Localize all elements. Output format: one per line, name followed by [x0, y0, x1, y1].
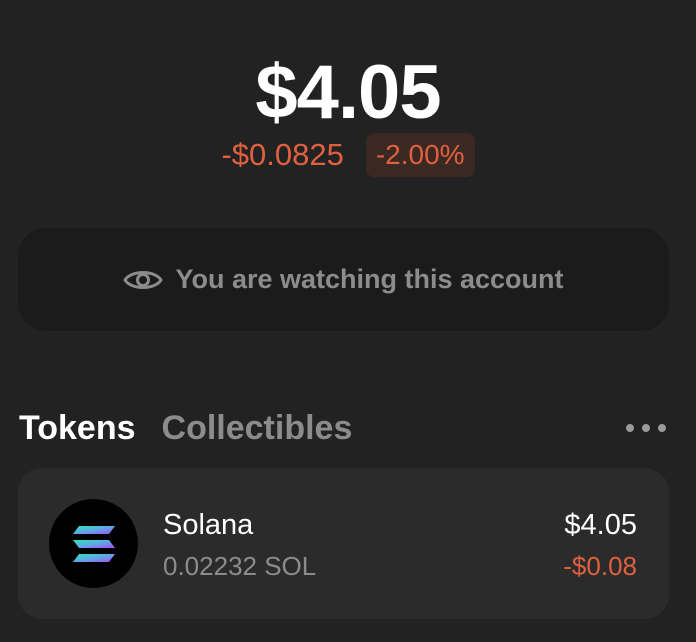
portfolio-balance: $4.05	[255, 50, 441, 135]
portfolio-change-row: -$0.0825 -2.00%	[0, 133, 696, 177]
more-dot	[642, 424, 650, 432]
tab-tokens[interactable]: Tokens	[19, 406, 136, 450]
portfolio-change-percent-badge: -2.00%	[365, 133, 475, 177]
solana-logo-icon	[49, 499, 138, 588]
more-dot	[626, 424, 634, 432]
watching-account-banner: You are watching this account	[18, 228, 669, 331]
token-change: -$0.08	[563, 551, 637, 581]
asset-tabs: Tokens Collectibles	[19, 406, 352, 450]
eye-icon	[123, 265, 163, 295]
tab-collectibles[interactable]: Collectibles	[162, 406, 353, 450]
portfolio-change-amount: -$0.0825	[221, 137, 344, 172]
wallet-screen: $4.05 -$0.0825 -2.00% You are watching t…	[0, 0, 696, 642]
token-name: Solana	[163, 509, 254, 541]
token-row-solana[interactable]: Solana 0.02232 SOL $4.05 -$0.08	[18, 468, 669, 619]
token-balance: 0.02232 SOL	[163, 551, 317, 581]
more-horizontal-icon[interactable]	[626, 416, 666, 440]
more-dot	[658, 424, 666, 432]
token-value: $4.05	[564, 509, 637, 541]
watching-account-text: You are watching this account	[175, 264, 564, 294]
